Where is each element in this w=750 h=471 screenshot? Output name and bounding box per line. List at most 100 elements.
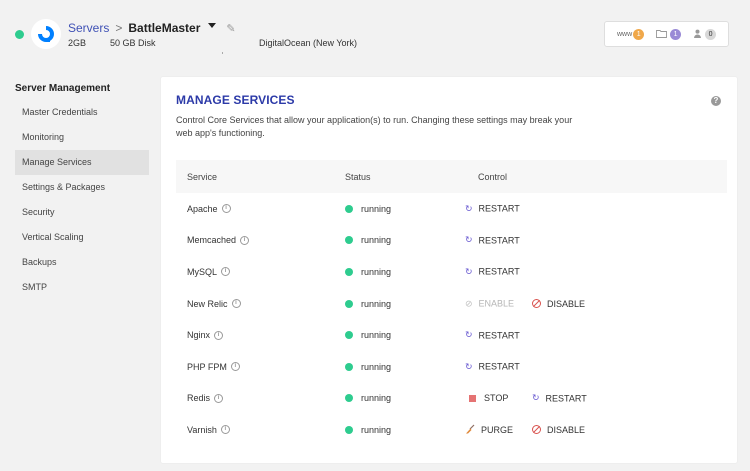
info-icon[interactable]: i — [221, 267, 231, 277]
user-icon — [693, 29, 702, 40]
page-title: MANAGE SERVICES — [176, 93, 295, 107]
sidebar-item-monitoring[interactable]: Monitoring — [15, 125, 149, 150]
restart-icon: ↻ — [532, 392, 540, 403]
server-name: BattleMaster — [128, 21, 201, 35]
breadcrumb-servers-link[interactable]: Servers — [68, 21, 109, 35]
sidebar-item-settings-packages[interactable]: Settings & Packages — [15, 175, 149, 200]
sidebar-item-vertical-scaling[interactable]: Vertical Scaling — [15, 225, 149, 250]
restart-button[interactable]: ↻ RESTART — [465, 361, 520, 372]
service-status: running — [361, 361, 392, 372]
service-status: running — [361, 424, 392, 435]
table-row: New Relic i running ⊘ ENABLE DISABLE — [176, 288, 727, 320]
running-status-dot — [345, 299, 353, 308]
server-switch-dropdown-icon[interactable] — [208, 22, 217, 28]
table-row: Memcached i running ↻ RESTART — [176, 225, 727, 257]
table-row: Nginx i running ↻ RESTART — [176, 319, 727, 351]
service-name: Redis — [187, 393, 211, 404]
service-status: running — [361, 266, 392, 277]
restart-icon: ↻ — [465, 361, 473, 372]
restart-icon: ↻ — [465, 234, 473, 245]
sidebar-item-security[interactable]: Security — [15, 200, 149, 225]
table-row: MySQL i running ↻ RESTART — [176, 256, 727, 288]
breadcrumb-separator: > — [115, 21, 123, 35]
page-description: Control Core Services that allow your ap… — [176, 115, 573, 138]
stop-label: STOP — [484, 393, 509, 404]
service-status-cell: running — [345, 330, 391, 340]
digitalocean-logo-icon — [31, 19, 61, 49]
service-status: running — [361, 298, 392, 309]
service-name: PHP FPM — [187, 361, 227, 372]
ban-icon — [532, 425, 541, 435]
service-name: Nginx — [187, 330, 211, 341]
restart-label: RESTART — [478, 361, 520, 372]
info-icon[interactable]: i — [214, 330, 224, 340]
service-name-cell: MySQL i — [187, 266, 231, 277]
disable-button[interactable]: DISABLE — [532, 299, 585, 309]
disable-label: DISABLE — [547, 424, 586, 435]
service-status-cell: running — [345, 425, 391, 435]
www-counter[interactable]: www 1 — [616, 28, 645, 40]
service-status: running — [361, 393, 392, 404]
running-status-dot — [345, 236, 353, 245]
restart-icon: ↻ — [465, 203, 473, 214]
table-row: PHP FPM i running ↻ RESTART — [176, 351, 727, 383]
service-name: New Relic — [187, 298, 228, 309]
sidebar-item-smtp[interactable]: SMTP — [15, 275, 149, 300]
services-table: Service Status Control Apache i running … — [176, 160, 727, 446]
service-name: Apache — [187, 203, 218, 214]
resource-counters: www 1 1 0 — [604, 21, 729, 47]
manage-services-panel: MANAGE SERVICES ? Control Core Services … — [161, 77, 737, 463]
help-icon[interactable]: ? — [711, 96, 721, 106]
sidebar-item-master-credentials[interactable]: Master Credentials — [15, 100, 149, 125]
info-icon[interactable]: i — [220, 425, 230, 435]
info-icon[interactable]: i — [221, 204, 231, 214]
running-status-dot — [345, 267, 353, 276]
service-name-cell: PHP FPM i — [187, 362, 240, 372]
folder-counter[interactable]: 1 — [656, 28, 682, 40]
broom-icon — [465, 424, 475, 436]
folder-icon — [656, 29, 668, 40]
service-name: Memcached — [187, 235, 237, 246]
stop-button[interactable]: STOP — [469, 393, 508, 403]
server-ram: 2GB — [68, 38, 87, 48]
user-counter[interactable]: 0 — [693, 28, 717, 40]
info-icon[interactable]: i — [231, 299, 241, 309]
purge-label: PURGE — [481, 424, 514, 435]
sidebar-item-backups[interactable]: Backups — [15, 250, 149, 275]
restart-label: RESTART — [478, 330, 520, 341]
table-row: Varnish i running PURGE DISABLE — [176, 414, 727, 446]
enable-icon: ⊘ — [465, 298, 473, 309]
info-icon[interactable]: i — [214, 393, 224, 403]
restart-button[interactable]: ↻ RESTART — [532, 393, 587, 404]
folder-count-badge: 1 — [670, 28, 682, 40]
divider-mark — [222, 52, 223, 54]
restart-icon: ↻ — [465, 329, 473, 340]
www-icon: www — [616, 30, 633, 38]
service-name-cell: Varnish i — [187, 425, 230, 435]
ban-icon — [532, 299, 541, 309]
restart-button[interactable]: ↻ RESTART — [465, 266, 520, 277]
service-name-cell: New Relic i — [187, 299, 241, 309]
restart-label: RESTART — [478, 203, 520, 214]
restart-label: RESTART — [478, 266, 520, 277]
server-status-dot — [15, 30, 24, 39]
restart-button[interactable]: ↻ RESTART — [465, 235, 520, 246]
service-name: MySQL — [187, 266, 218, 277]
table-header: Service Status Control — [176, 160, 727, 193]
disable-button[interactable]: DISABLE — [532, 425, 585, 435]
disable-label: DISABLE — [547, 298, 586, 309]
sidebar-title: Server Management — [15, 83, 111, 94]
service-status-cell: running — [345, 362, 391, 372]
column-header-service: Service — [187, 171, 218, 182]
edit-pencil-icon[interactable]: ✎ — [226, 22, 235, 35]
info-icon[interactable]: i — [240, 235, 250, 245]
info-icon[interactable]: i — [230, 362, 240, 372]
purge-button[interactable]: PURGE — [465, 424, 513, 436]
column-header-control: Control — [478, 171, 508, 182]
service-status: running — [361, 203, 392, 214]
restart-button[interactable]: ↻ RESTART — [465, 203, 520, 214]
sidebar-item-manage-services[interactable]: Manage Services — [15, 150, 149, 175]
server-management-sidebar: Server Management Master Credentials Mon… — [15, 78, 149, 300]
restart-button[interactable]: ↻ RESTART — [465, 330, 520, 341]
service-name-cell: Apache i — [187, 204, 231, 214]
